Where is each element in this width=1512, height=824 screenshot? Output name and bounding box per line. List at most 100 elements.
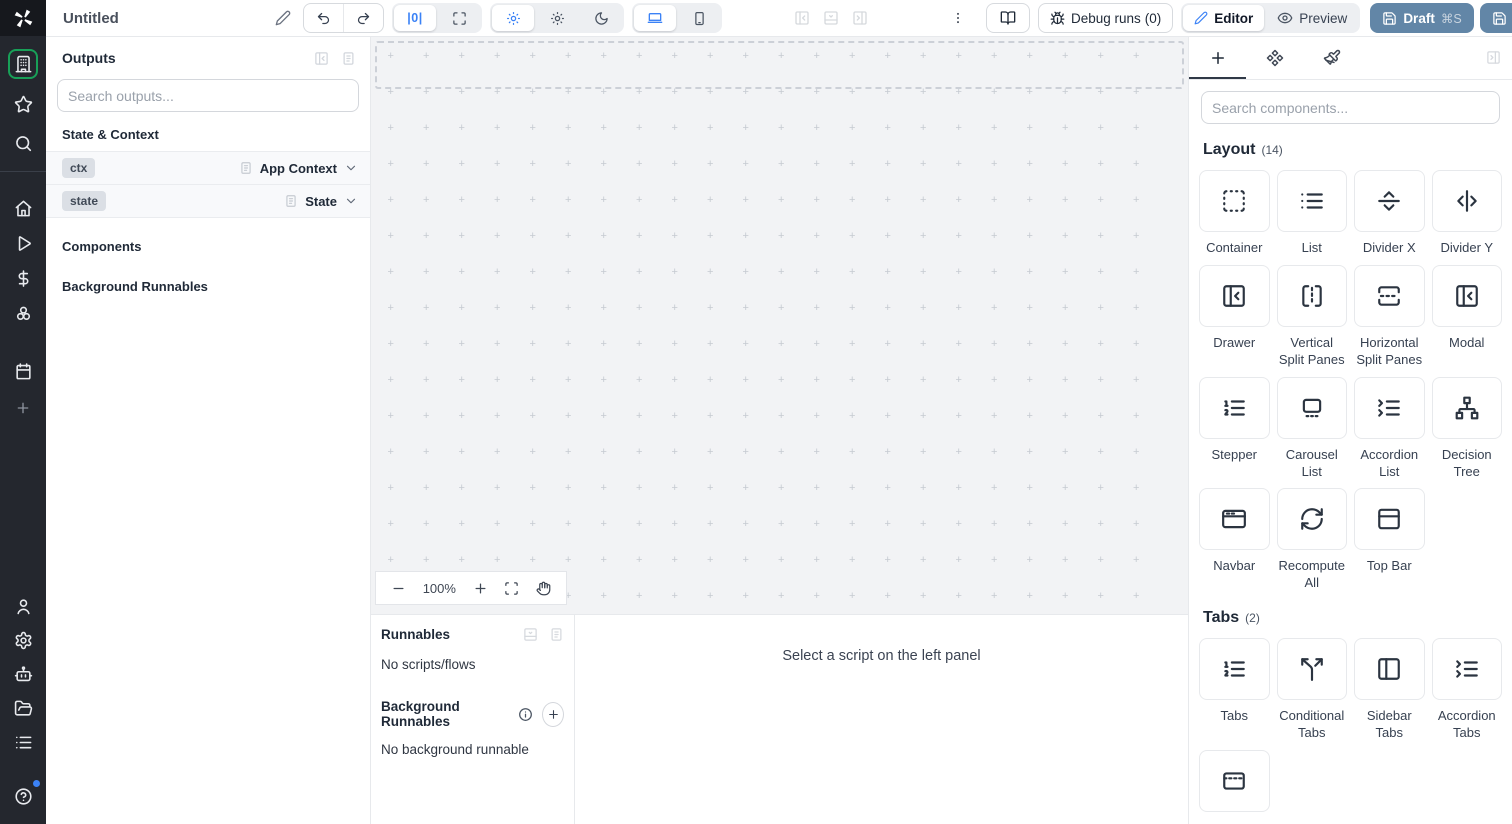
doc-icon[interactable] <box>549 627 564 642</box>
component-card-box[interactable] <box>1199 488 1270 551</box>
toggle-left-panel-icon[interactable] <box>794 10 810 26</box>
app-canvas[interactable]: + + + + + + + + + + + + + + + + + + + + + + + + + + + + + + + + + + + + + + + +… <box>371 37 1188 614</box>
component-card-vertical-split-panes[interactable]: Vertical Split Panes <box>1276 264 1347 369</box>
zoom-in-button[interactable] <box>473 581 488 596</box>
zoom-reset-button[interactable]: |0| <box>394 5 436 31</box>
component-card-list[interactable]: List <box>1276 170 1347 257</box>
doc-icon[interactable] <box>341 51 356 66</box>
component-card-box[interactable] <box>1431 376 1502 439</box>
fit-view-button[interactable] <box>504 581 519 596</box>
debug-runs-button[interactable]: Debug runs (0) <box>1038 3 1174 33</box>
component-card-box[interactable] <box>1354 264 1425 327</box>
output-row-state[interactable]: state State <box>46 185 370 218</box>
sidebar-item-home[interactable] <box>9 194 37 222</box>
component-card-recompute-all[interactable]: Recompute All <box>1276 488 1347 592</box>
app-title[interactable]: Untitled <box>63 10 275 27</box>
sidebar-item-settings[interactable] <box>9 626 37 654</box>
draft-button[interactable]: Draft ⌘S <box>1370 3 1474 33</box>
component-card-box[interactable] <box>1431 264 1502 327</box>
component-card-box[interactable] <box>1276 488 1347 551</box>
editor-tab[interactable]: Editor <box>1183 5 1265 31</box>
component-card-box[interactable] <box>1276 638 1347 701</box>
redo-button[interactable] <box>343 4 383 32</box>
chevron-down-icon[interactable] <box>344 161 358 175</box>
component-card-box[interactable] <box>1276 264 1347 327</box>
sidebar-item-help[interactable] <box>9 780 40 810</box>
component-card-horizontal-split-panes[interactable]: Horizontal Split Panes <box>1354 264 1425 369</box>
theme-dark-button[interactable] <box>580 5 622 31</box>
component-card-accordion-list[interactable]: Accordion List <box>1354 376 1425 481</box>
sidebar-item-folders[interactable] <box>9 694 37 722</box>
sidebar-item-create[interactable] <box>9 394 37 422</box>
component-card-box[interactable] <box>1354 170 1425 232</box>
component-card-box[interactable] <box>1276 376 1347 439</box>
component-card-top-bar[interactable]: Top Bar <box>1354 488 1425 592</box>
deploy-button[interactable]: Deploy <box>1479 3 1512 33</box>
tab-insert-component[interactable] <box>1189 37 1246 79</box>
component-card-box[interactable] <box>1276 170 1347 232</box>
sidebar-item-audit-logs[interactable] <box>9 728 37 756</box>
info-icon[interactable] <box>518 707 533 722</box>
component-card-box[interactable] <box>1431 170 1502 232</box>
theme-auto-button[interactable] <box>492 5 534 31</box>
tab-component-settings[interactable] <box>1246 37 1303 79</box>
collapse-runnables-icon[interactable] <box>523 627 538 642</box>
component-card-divider-x[interactable]: Divider X <box>1354 170 1425 257</box>
sidebar-item-account[interactable] <box>9 592 37 620</box>
output-row-ctx[interactable]: ctx App Context <box>46 152 370 185</box>
expand-canvas-button[interactable] <box>438 5 480 31</box>
component-card-carousel-list[interactable]: Carousel List <box>1276 376 1347 481</box>
tab-global-styling[interactable] <box>1303 37 1360 79</box>
component-card-box[interactable] <box>1354 638 1425 701</box>
component-card-drawer[interactable]: Drawer <box>1199 264 1270 369</box>
pan-tool-button[interactable] <box>536 581 551 596</box>
chevron-down-icon[interactable] <box>344 194 358 208</box>
component-card-box[interactable] <box>1199 750 1270 813</box>
sidebar-item-workers[interactable] <box>9 660 37 688</box>
sidebar-item-schedules[interactable] <box>9 357 37 385</box>
component-card-box[interactable] <box>1354 376 1425 439</box>
component-card-stepper[interactable]: Stepper <box>1199 376 1270 481</box>
component-card-conditional-tabs[interactable]: Conditional Tabs <box>1276 638 1347 742</box>
toggle-right-panel-icon[interactable] <box>852 10 868 26</box>
sidebar-item-favorites[interactable] <box>9 90 37 118</box>
component-card-navbar[interactable]: Navbar <box>1199 488 1270 592</box>
component-card-box[interactable] <box>1199 264 1270 327</box>
theme-light-button[interactable] <box>536 5 578 31</box>
canvas-dropzone[interactable] <box>375 41 1184 89</box>
component-card-box[interactable] <box>1199 638 1270 701</box>
more-menu-icon[interactable] <box>950 10 966 26</box>
sidebar-item-runs[interactable] <box>9 229 37 257</box>
component-card-container[interactable]: Container <box>1199 170 1270 257</box>
component-card-box[interactable] <box>1354 488 1425 551</box>
preview-tab[interactable]: Preview <box>1266 5 1358 31</box>
component-card-sidebar-tabs[interactable]: Sidebar Tabs <box>1354 638 1425 742</box>
component-card-decision-tree[interactable]: Decision Tree <box>1431 376 1502 481</box>
collapse-outputs-icon[interactable] <box>314 51 329 66</box>
search-components-input[interactable] <box>1201 91 1500 124</box>
component-card-divider-y[interactable]: Divider Y <box>1431 170 1502 257</box>
component-card-box[interactable] <box>1431 638 1502 701</box>
mobile-view-button[interactable] <box>678 5 720 31</box>
sidebar-item-resources[interactable] <box>9 299 37 327</box>
component-card-box[interactable] <box>1199 170 1270 232</box>
save-icon <box>1382 11 1397 26</box>
search-outputs-input[interactable] <box>57 79 359 112</box>
zoom-out-button[interactable] <box>391 581 406 596</box>
sidebar-item-search[interactable] <box>9 129 37 157</box>
add-background-runnable-button[interactable] <box>542 701 564 727</box>
component-card-tabs[interactable]: Tabs <box>1199 638 1270 742</box>
rename-pencil-icon[interactable] <box>275 10 291 26</box>
component-card-accordion-tabs[interactable]: Accordion Tabs <box>1431 638 1502 742</box>
desktop-view-button[interactable] <box>634 5 676 31</box>
sidebar-item-variables[interactable] <box>9 264 37 292</box>
component-card-modal[interactable]: Modal <box>1431 264 1502 369</box>
windmill-logo[interactable] <box>0 0 46 36</box>
component-card-partial[interactable] <box>1199 750 1270 820</box>
sidebar-item-apps[interactable] <box>8 49 38 79</box>
collapse-components-panel-icon[interactable] <box>1486 50 1501 65</box>
undo-button[interactable] <box>304 4 343 32</box>
toggle-bottom-panel-icon[interactable] <box>823 10 839 26</box>
docs-button[interactable] <box>986 3 1030 33</box>
component-card-box[interactable] <box>1199 376 1270 439</box>
